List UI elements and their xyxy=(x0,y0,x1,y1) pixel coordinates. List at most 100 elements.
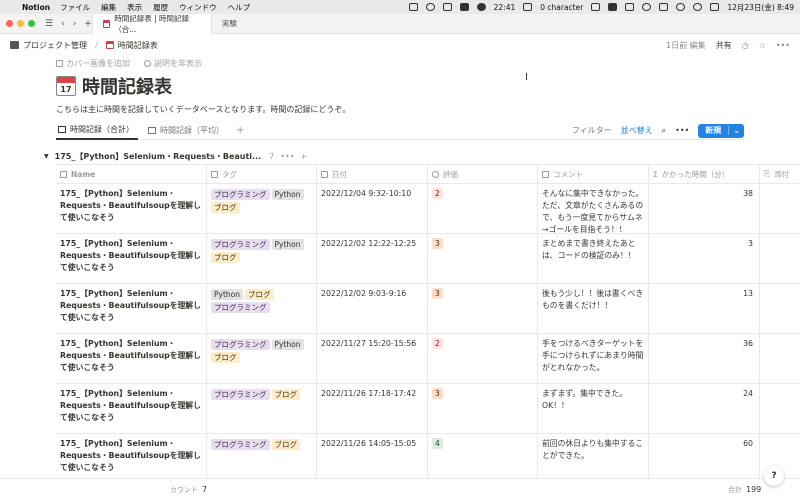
cell-name[interactable]: 175_【Python】Selenium・Requests・Beautifuls… xyxy=(56,234,207,283)
tag-badge[interactable]: ブログ xyxy=(211,352,240,363)
table-row[interactable]: 175_【Python】Selenium・Requests・Beautifuls… xyxy=(56,234,800,284)
column-header-tag[interactable]: タグ xyxy=(207,165,317,183)
character-count[interactable]: 0 character xyxy=(540,3,583,12)
cell-comment[interactable]: まずまず。集中できた。OK！！ xyxy=(538,384,649,433)
cell-date[interactable]: 2022/11/26 14:05-15:05 xyxy=(317,434,428,483)
breadcrumb-current[interactable]: 時間記録表 xyxy=(118,40,158,51)
cell-tags[interactable]: Python ブログプログラミング xyxy=(207,284,317,333)
sort-button[interactable]: 並べ替え xyxy=(621,125,653,136)
tag-badge[interactable]: ブログ xyxy=(211,202,240,213)
zoom-window-button[interactable] xyxy=(28,20,35,27)
cell-rating[interactable]: 2 xyxy=(428,334,538,383)
column-header-time[interactable]: Σ かかった時間（分） xyxy=(649,165,760,183)
table-row[interactable]: 175_【Python】Selenium・Requests・Beautifuls… xyxy=(56,184,800,234)
cell-date[interactable]: 2022/11/26 17:18-17:42 xyxy=(317,384,428,433)
cell-time[interactable]: 60 xyxy=(649,434,760,483)
tag-badge[interactable]: Python xyxy=(271,239,304,250)
more-icon[interactable]: ••• xyxy=(776,41,790,50)
wifi-icon[interactable] xyxy=(676,3,686,11)
cell-time[interactable]: 38 xyxy=(649,184,760,233)
column-header-date[interactable]: 日付 xyxy=(317,165,428,183)
cell-date[interactable]: 2022/12/02 12:22-12:25 xyxy=(317,234,428,283)
cloud-icon[interactable] xyxy=(476,3,486,11)
cell-name[interactable]: 175_【Python】Selenium・Requests・Beautifuls… xyxy=(56,434,207,483)
hide-description-button[interactable]: 説明を非表示 xyxy=(144,58,202,69)
status-icon[interactable] xyxy=(523,3,533,11)
column-header-comment[interactable]: コメント xyxy=(538,165,649,183)
menubar-datetime[interactable]: 12月23日(金) 8:49 xyxy=(727,2,794,13)
page-title[interactable]: 時間記録表 xyxy=(82,73,172,99)
cell-tags[interactable]: プログラミング Python ブログ xyxy=(207,184,317,233)
cell-comment[interactable]: そんなに集中できなかった。ただ、文章がたくさんあるので、もう一度見てからサムネ→… xyxy=(538,184,649,233)
menu-edit[interactable]: 編集 xyxy=(101,2,116,13)
table-row[interactable]: 175_【Python】Selenium・Requests・Beautifuls… xyxy=(56,284,800,334)
cell-attachment[interactable] xyxy=(760,384,800,433)
search-icon[interactable] xyxy=(693,3,703,11)
column-header-rating[interactable]: 評価 xyxy=(428,165,538,183)
cell-time[interactable]: 13 xyxy=(649,284,760,333)
more-icon[interactable]: ••• xyxy=(675,126,689,135)
add-view-icon[interactable]: + xyxy=(236,125,244,136)
sidebar-toggle-icon[interactable]: ☰ xyxy=(45,19,53,29)
tag-badge[interactable]: プログラミング xyxy=(211,389,270,400)
clock-icon[interactable]: ◷ xyxy=(742,41,749,50)
menu-view[interactable]: 表示 xyxy=(127,2,142,13)
status-icon[interactable] xyxy=(459,3,469,11)
table-row[interactable]: 175_【Python】Selenium・Requests・Beautifuls… xyxy=(56,384,800,434)
battery-icon[interactable] xyxy=(659,3,669,11)
page-description[interactable]: こちらは主に時間を記録していくデータベースとなります。時間の記録にどうぞ。 xyxy=(56,104,756,115)
search-icon[interactable]: ⌕ xyxy=(662,126,666,136)
group-name[interactable]: 175_【Python】Selenium・Requests・Beauti... xyxy=(55,151,262,162)
tag-badge[interactable]: ブログ xyxy=(245,289,274,300)
status-icon[interactable] xyxy=(625,3,635,11)
tab-view-total[interactable]: 時間記録（合計） xyxy=(56,122,138,140)
cell-name[interactable]: 175_【Python】Selenium・Requests・Beautifuls… xyxy=(56,384,207,433)
chevron-down-icon[interactable]: ⌄ xyxy=(728,126,744,135)
star-icon[interactable]: ☆ xyxy=(759,41,766,50)
sum-summary[interactable]: 合計 199 xyxy=(728,485,761,495)
tag-badge[interactable]: ブログ xyxy=(271,439,300,450)
count-summary[interactable]: カウント 7 xyxy=(170,485,207,495)
tag-badge[interactable]: プログラミング xyxy=(211,239,270,250)
forward-icon[interactable]: › xyxy=(73,19,77,29)
cell-time[interactable]: 24 xyxy=(649,384,760,433)
menubar-app-name[interactable]: Notion xyxy=(22,3,50,12)
cell-attachment[interactable] xyxy=(760,334,800,383)
tag-badge[interactable]: プログラミング xyxy=(211,302,270,313)
status-icon[interactable] xyxy=(425,3,435,11)
column-header-name[interactable]: Name xyxy=(56,165,207,183)
menubar-clock[interactable]: 22:41 xyxy=(494,3,516,12)
cell-name[interactable]: 175_【Python】Selenium・Requests・Beautifuls… xyxy=(56,184,207,233)
status-icon[interactable] xyxy=(608,3,618,11)
cell-date[interactable]: 2022/12/02 9:03-9:16 xyxy=(317,284,428,333)
cell-comment[interactable]: 後もう少し！！後は書くべきものを書くだけ！！ xyxy=(538,284,649,333)
cell-rating[interactable]: 4 xyxy=(428,434,538,483)
menu-file[interactable]: ファイル xyxy=(60,2,90,13)
column-header-attachment[interactable]: ⎘ 添付 xyxy=(760,165,800,183)
cell-rating[interactable]: 2 xyxy=(428,184,538,233)
cell-comment[interactable]: 前回の休日よりも集中することができた。 xyxy=(538,434,649,483)
menu-history[interactable]: 履歴 xyxy=(153,2,168,13)
cell-date[interactable]: 2022/11/27 15:20-15:56 xyxy=(317,334,428,383)
close-window-button[interactable] xyxy=(6,20,13,27)
status-icon[interactable] xyxy=(442,3,452,11)
cell-time[interactable]: 3 xyxy=(649,234,760,283)
bluetooth-icon[interactable] xyxy=(642,3,652,11)
tag-badge[interactable]: プログラミング xyxy=(211,339,270,350)
filter-button[interactable]: フィルター xyxy=(572,125,612,136)
tag-badge[interactable]: ブログ xyxy=(211,252,240,263)
tag-badge[interactable]: Python xyxy=(271,189,304,200)
cell-attachment[interactable] xyxy=(760,284,800,333)
cell-name[interactable]: 175_【Python】Selenium・Requests・Beautifuls… xyxy=(56,284,207,333)
cell-tags[interactable]: プログラミング ブログ xyxy=(207,434,317,483)
more-icon[interactable]: ••• xyxy=(280,152,294,161)
cell-comment[interactable]: まとめまで書き終えたあとは、コードの検証のみ！！ xyxy=(538,234,649,283)
cell-name[interactable]: 175_【Python】Selenium・Requests・Beautifuls… xyxy=(56,334,207,383)
menu-help[interactable]: ヘルプ xyxy=(228,2,251,13)
new-tab-icon[interactable]: + xyxy=(84,19,92,29)
tab-inactive[interactable]: 実験 xyxy=(212,14,247,34)
cell-attachment[interactable] xyxy=(760,184,800,233)
cell-attachment[interactable] xyxy=(760,234,800,283)
tag-badge[interactable]: Python xyxy=(211,289,243,300)
tag-badge[interactable]: ブログ xyxy=(271,389,300,400)
